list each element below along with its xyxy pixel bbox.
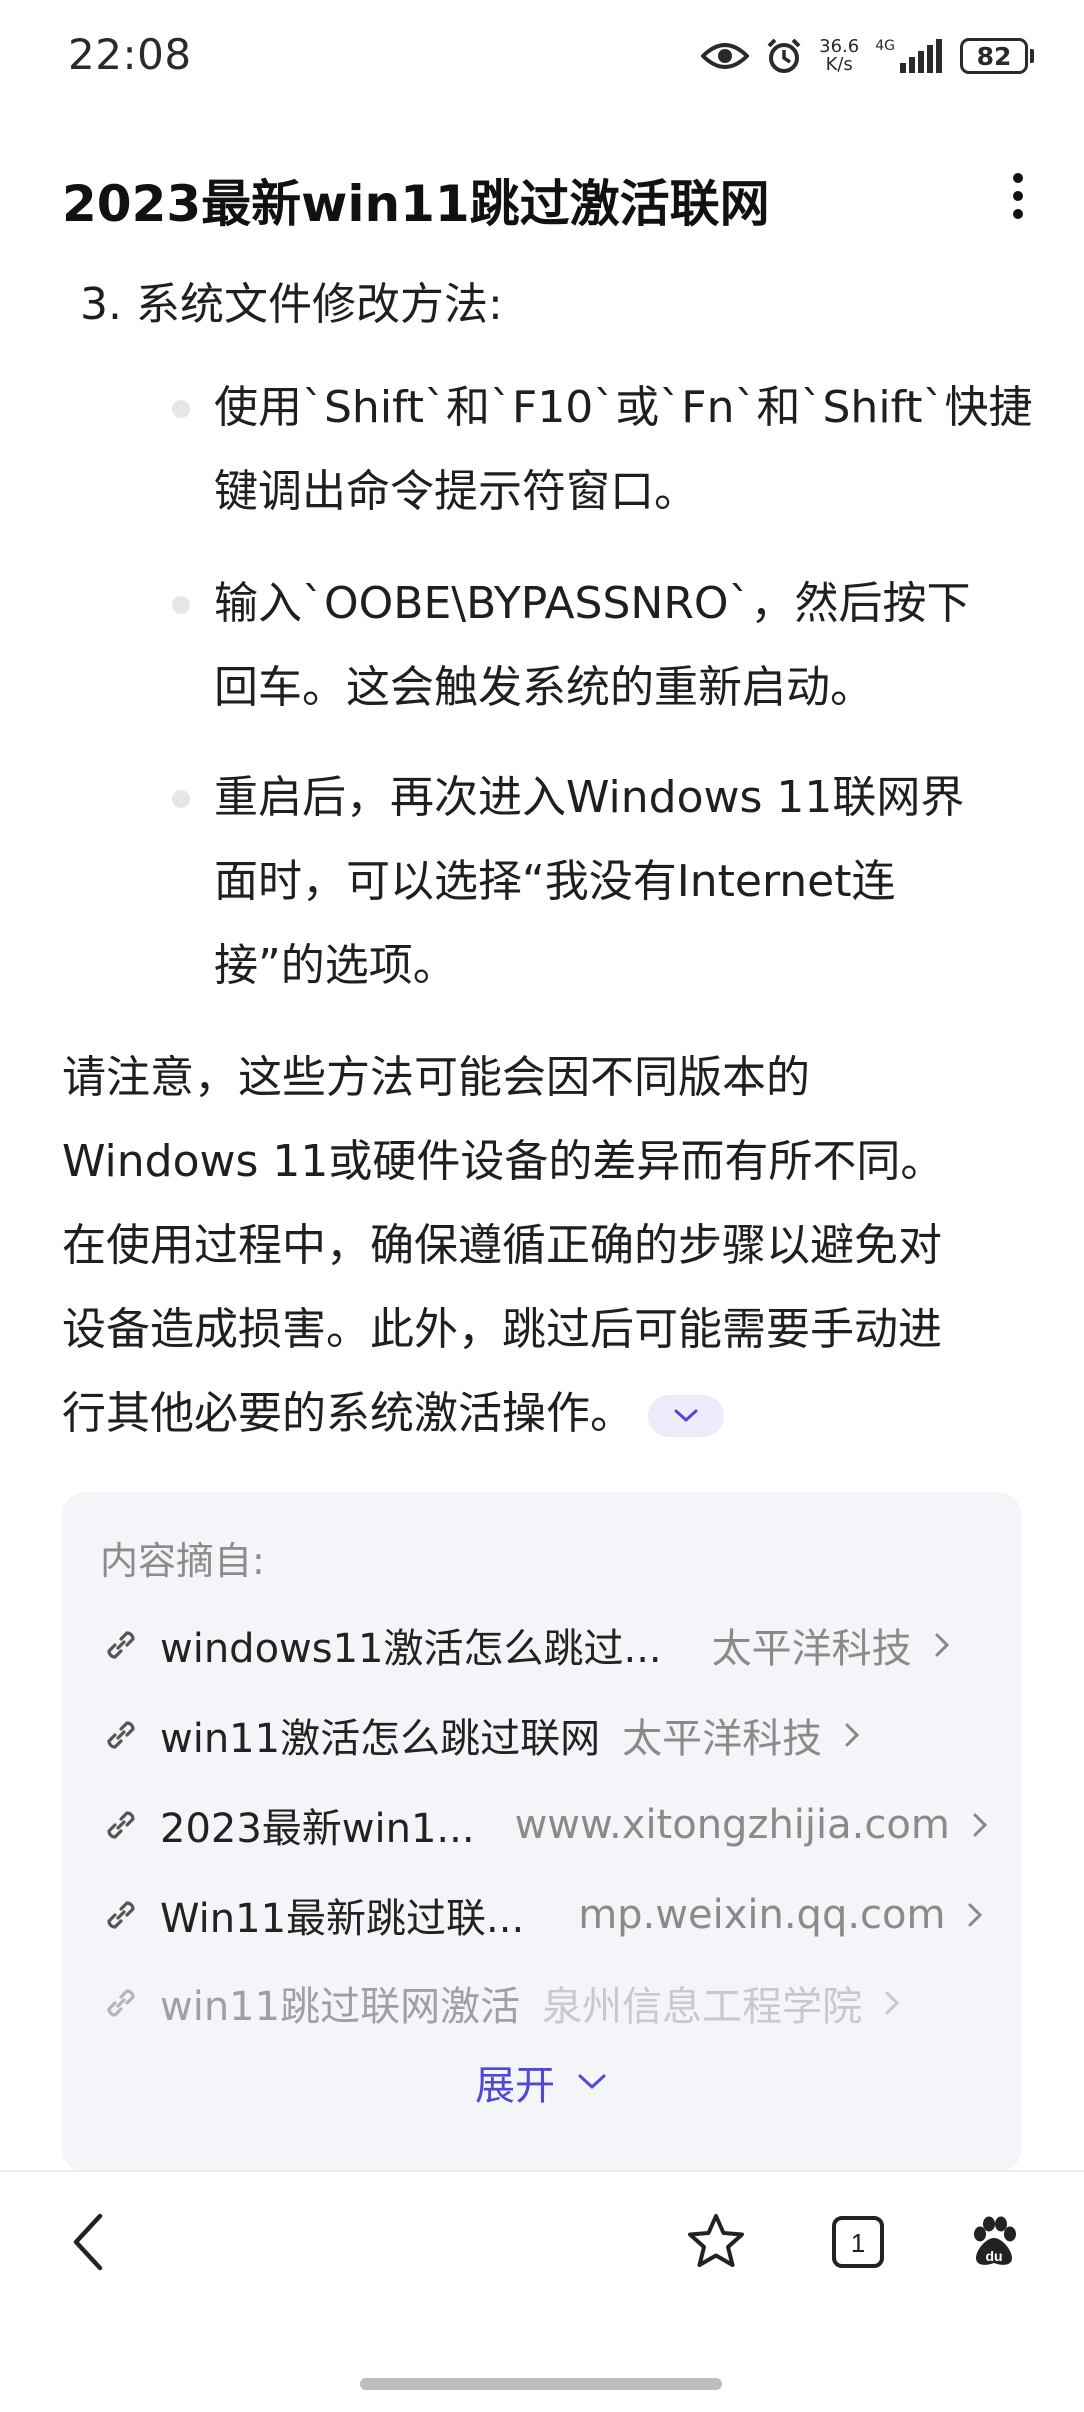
net-speed-unit: K/s bbox=[825, 54, 853, 75]
source-item[interactable]: win11激活怎么跳过联网 太平洋科技 bbox=[100, 1700, 990, 1770]
bullet-line: 接”的选项。 bbox=[214, 940, 457, 991]
back-button[interactable] bbox=[48, 2202, 128, 2282]
bullet-line: 回车。这会触发系统的重新启动。 bbox=[214, 662, 874, 713]
bullet-line: 重启后，再次进入Windows 11联网界 bbox=[214, 772, 965, 823]
more-dot-icon bbox=[1013, 173, 1023, 183]
source-title: 2023最新win1... bbox=[160, 1806, 475, 1852]
more-options-button[interactable] bbox=[990, 166, 1046, 226]
baidu-button[interactable]: du bbox=[954, 2202, 1034, 2282]
note-line: 在使用过程中，确保遵循正确的步骤以避免对 bbox=[62, 1220, 942, 1271]
sources-card: 内容摘自: windows11激活怎么跳过... 太平洋科技 win11激活怎么… bbox=[62, 1492, 1022, 2172]
back-icon bbox=[73, 2213, 103, 2271]
bullet-line: 键调出命令提示符窗口。 bbox=[214, 466, 698, 517]
expand-sources-button[interactable]: 展开 bbox=[62, 2052, 1022, 2112]
source-item[interactable]: Win11最新跳过联... mp.weixin.qq.com bbox=[100, 1880, 990, 1950]
source-item[interactable]: win11跳过联网激活 泉州信息工程学院 bbox=[100, 1968, 990, 2038]
source-site: mp.weixin.qq.com bbox=[578, 1892, 946, 1938]
note-line: 行其他必要的系统激活操作。 bbox=[62, 1388, 634, 1439]
link-icon bbox=[107, 1811, 135, 1839]
chevron-right-icon bbox=[973, 1813, 987, 1837]
bullet-line: 使用`Shift`和`F10`或`Fn`和`Shift`快捷 bbox=[214, 382, 1033, 433]
favorite-button[interactable] bbox=[676, 2202, 756, 2282]
source-title: Win11最新跳过联... bbox=[160, 1896, 525, 1942]
source-site: 泉州信息工程学院 bbox=[542, 1984, 863, 2030]
star-icon bbox=[688, 2214, 744, 2267]
baidu-paw-icon: du bbox=[974, 2216, 1016, 2265]
bullet-dot bbox=[172, 790, 190, 808]
chevron-right-icon bbox=[885, 1991, 900, 2015]
link-icon bbox=[107, 1631, 135, 1659]
battery-icon: 82 bbox=[960, 38, 1034, 74]
more-dot-icon bbox=[1013, 191, 1023, 201]
alarm-icon bbox=[767, 38, 801, 73]
bullet-text: 重启后，再次进入Windows 11联网界 面时，可以选择“我没有Interne… bbox=[214, 756, 1034, 1008]
source-site: 太平洋科技 bbox=[622, 1716, 823, 1762]
tabs-button[interactable]: 1 bbox=[818, 2202, 898, 2282]
chevron-right-icon bbox=[935, 1633, 949, 1657]
source-item[interactable]: windows11激活怎么跳过... 太平洋科技 bbox=[100, 1610, 990, 1680]
source-site: www.xitongzhijia.com bbox=[514, 1802, 950, 1848]
bullet-line: 输入`OOBE\BYPASSNRO`，然后按下 bbox=[214, 578, 971, 629]
tabs-icon: 1 bbox=[832, 2216, 884, 2268]
bottom-nav: 1 du bbox=[0, 2172, 1084, 2412]
chevron-down-icon bbox=[674, 1409, 698, 1422]
chevron-right-icon bbox=[968, 1903, 983, 1927]
more-dot-icon bbox=[1013, 209, 1023, 219]
bullet-text: 输入`OOBE\BYPASSNRO`，然后按下 回车。这会触发系统的重新启动。 bbox=[214, 562, 1034, 730]
link-icon bbox=[107, 1989, 135, 2017]
source-title: win11激活怎么跳过联网 bbox=[160, 1716, 601, 1762]
tab-count: 1 bbox=[851, 2228, 865, 2258]
chevron-right-icon bbox=[845, 1723, 860, 1747]
battery-level: 82 bbox=[960, 38, 1028, 74]
note-line: Windows 11或硬件设备的差异而有所不同。 bbox=[62, 1136, 945, 1187]
source-site: 太平洋科技 bbox=[711, 1626, 912, 1672]
expand-label: 展开 bbox=[475, 2063, 555, 2109]
note-paragraph: 请注意，这些方法可能会因不同版本的 Windows 11或硬件设备的差异而有所不… bbox=[62, 1036, 1042, 1456]
link-icon bbox=[107, 1901, 135, 1929]
battery-tip bbox=[1030, 49, 1034, 63]
note-line: 请注意，这些方法可能会因不同版本的 bbox=[62, 1052, 810, 1103]
link-icon bbox=[107, 1721, 135, 1749]
bullet-dot bbox=[172, 400, 190, 418]
bullet-line: 面时，可以选择“我没有Internet连 bbox=[214, 856, 896, 907]
signal-indicator: 4G bbox=[875, 39, 944, 73]
step-heading: 3. 系统文件修改方法: bbox=[80, 279, 503, 330]
svg-text:du: du bbox=[985, 2248, 1002, 2264]
status-time: 22:08 bbox=[68, 30, 192, 79]
collapse-toggle-button[interactable] bbox=[648, 1395, 724, 1437]
status-icons: 36.6 K/s 4G 82 bbox=[701, 32, 1034, 80]
note-line: 设备造成损害。此外，跳过后可能需要手动进 bbox=[62, 1304, 942, 1355]
home-indicator[interactable] bbox=[360, 2378, 722, 2390]
bullet-text: 使用`Shift`和`F10`或`Fn`和`Shift`快捷 键调出命令提示符窗… bbox=[214, 366, 1034, 534]
status-bar: 22:08 36.6 K/s 4G 82 bbox=[0, 0, 1084, 110]
source-title: windows11激活怎么跳过... bbox=[160, 1626, 662, 1672]
net-speed: 36.6 K/s bbox=[819, 38, 859, 74]
page-title: 2023最新win11跳过激活联网 bbox=[62, 175, 770, 233]
sources-label: 内容摘自: bbox=[100, 1539, 265, 1583]
source-item[interactable]: 2023最新win1... www.xitongzhijia.com bbox=[100, 1790, 990, 1860]
eye-icon bbox=[701, 43, 750, 69]
page-header: 2023最新win11跳过激活联网 bbox=[0, 150, 1084, 240]
note-line-last: 行其他必要的系统激活操作。 bbox=[62, 1372, 1042, 1456]
bullet-dot bbox=[172, 596, 190, 614]
signal-icon bbox=[900, 39, 942, 73]
chevron-down-icon bbox=[578, 2074, 606, 2089]
source-title: win11跳过联网激活 bbox=[160, 1984, 521, 2030]
signal-label: 4G bbox=[875, 38, 895, 54]
